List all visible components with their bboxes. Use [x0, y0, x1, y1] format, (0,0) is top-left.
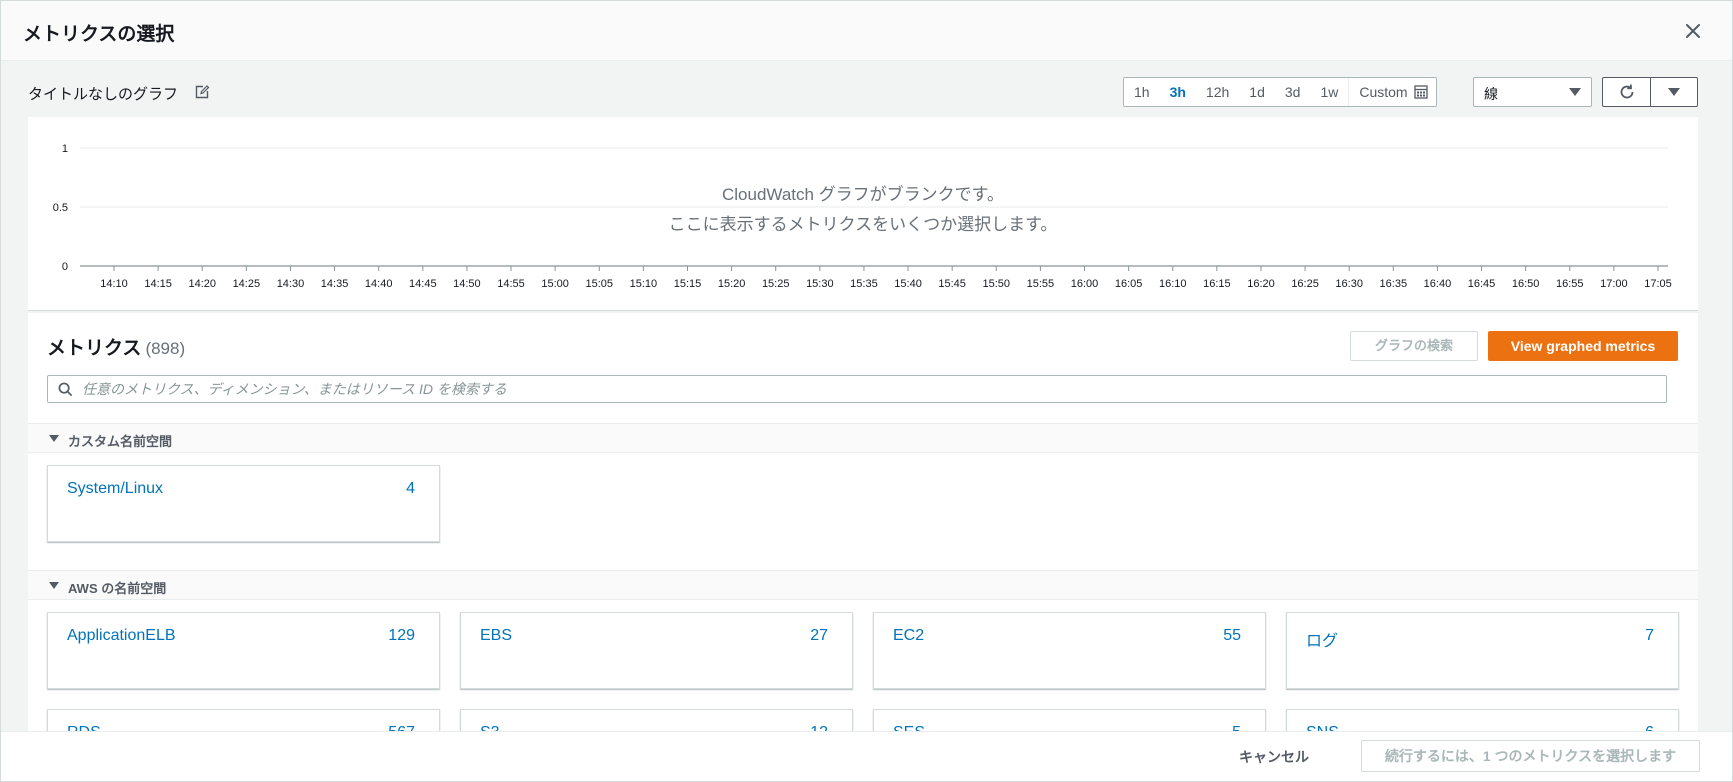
x-tick-label: 14:30: [277, 278, 305, 290]
x-tick-label: 15:25: [762, 278, 790, 290]
x-tick-label: 14:10: [100, 278, 128, 290]
x-tick-label: 16:25: [1291, 278, 1319, 290]
refresh-options-dropdown[interactable]: [1651, 78, 1697, 106]
x-tick-label: 16:55: [1556, 278, 1584, 290]
refresh-button[interactable]: [1603, 78, 1651, 106]
x-tick-label: 14:55: [497, 278, 525, 290]
chart-type-select[interactable]: 線: [1473, 77, 1592, 107]
refresh-icon: [1620, 84, 1633, 99]
namespace-name: ApplicationELB: [67, 627, 176, 644]
x-tick-label: 16:05: [1115, 278, 1143, 290]
x-tick-label: 15:10: [630, 278, 658, 290]
modal-title: メトリクスの選択: [23, 24, 175, 45]
aws-namespaces-label: AWS の名前空間: [68, 581, 167, 596]
x-tick-label: 16:20: [1247, 278, 1275, 290]
custom-namespaces-section-header[interactable]: カスタム名前空間: [28, 423, 1698, 453]
select-metrics-modal: メトリクスの選択 タイトルなしのグラフ 1h 3h 12h 1d 3d 1w Custom …: [0, 0, 1733, 782]
namespace-metric-count: 129: [388, 627, 415, 644]
time-range-1h[interactable]: 1h: [1124, 78, 1160, 106]
x-tick-label: 16:40: [1424, 278, 1452, 290]
x-tick-label: 14:40: [365, 278, 393, 290]
caret-down-icon: [49, 582, 59, 589]
x-tick-label: 15:00: [541, 278, 569, 290]
namespace-name: ログ: [1306, 633, 1339, 650]
caret-down-icon: [1569, 88, 1581, 96]
search-icon: [58, 382, 73, 397]
x-tick-label: 15:15: [674, 278, 702, 290]
x-tick-label: 15:45: [938, 278, 966, 290]
empty-graph-hint: ここに表示するメトリクスをいくつか選択します。: [668, 215, 1058, 234]
cancel-button[interactable]: キャンセル: [1239, 747, 1309, 767]
x-tick-label: 16:50: [1512, 278, 1540, 290]
modal-footer: キャンセル 続行するには、1 つのメトリクスを選択します: [1, 731, 1732, 781]
x-tick-label: 16:10: [1159, 278, 1187, 290]
x-tick-label: 15:40: [894, 278, 922, 290]
namespace-card[interactable]: EBS 27: [460, 612, 853, 689]
metrics-heading-label: メトリクス: [47, 338, 142, 359]
x-tick-label: 16:15: [1203, 278, 1231, 290]
metrics-heading: メトリクス (898): [47, 333, 185, 360]
y-tick-label: 0: [62, 261, 68, 273]
x-tick-label: 14:15: [144, 278, 172, 290]
continue-button[interactable]: 続行するには、1 つのメトリクスを選択します: [1361, 740, 1700, 772]
graph-title[interactable]: タイトルなしのグラフ: [28, 83, 178, 104]
namespace-metric-count: 27: [810, 627, 828, 644]
x-tick-label: 14:35: [321, 278, 349, 290]
namespace-card[interactable]: System/Linux 4: [47, 465, 440, 542]
namespace-metric-count: 7: [1645, 627, 1654, 644]
time-range-12h[interactable]: 12h: [1196, 78, 1239, 106]
refresh-button-group: [1602, 77, 1698, 107]
x-tick-label: 17:05: [1644, 278, 1672, 290]
time-range-custom[interactable]: Custom: [1348, 78, 1435, 106]
x-tick-label: 15:20: [718, 278, 746, 290]
modal-header: メトリクスの選択: [1, 1, 1732, 61]
x-tick-label: 15:50: [983, 278, 1011, 290]
x-tick-label: 16:45: [1468, 278, 1496, 290]
calendar-icon: [1413, 85, 1428, 99]
x-tick-label: 16:30: [1335, 278, 1363, 290]
caret-down-icon: [49, 435, 59, 442]
edit-icon[interactable]: [194, 84, 210, 100]
namespace-card[interactable]: EC2 55: [873, 612, 1266, 689]
metrics-panel: メトリクス(898) グラフの検索 View graphed metrics カ…: [28, 313, 1698, 781]
x-tick-label: 14:20: [188, 278, 216, 290]
x-tick-label: 14:45: [409, 278, 437, 290]
time-range-3d[interactable]: 3d: [1275, 78, 1311, 106]
namespace-name: EC2: [893, 627, 925, 644]
caret-down-icon: [1668, 88, 1680, 96]
time-range-1w[interactable]: 1w: [1310, 78, 1348, 106]
custom-label: Custom: [1359, 84, 1408, 100]
namespace-metric-count: 55: [1223, 627, 1241, 644]
graph-search-button[interactable]: グラフの検索: [1350, 331, 1478, 361]
metrics-search-input[interactable]: [82, 379, 1642, 399]
x-tick-label: 16:35: [1380, 278, 1408, 290]
metrics-count: (898): [145, 339, 186, 358]
time-range-3h[interactable]: 3h: [1160, 78, 1196, 106]
x-tick-label: 16:00: [1071, 278, 1099, 290]
time-range-1d[interactable]: 1d: [1239, 78, 1275, 106]
metrics-search-box: [47, 375, 1667, 403]
x-tick-label: 14:50: [453, 278, 481, 290]
namespace-metric-count: 4: [406, 480, 415, 497]
x-tick-label: 15:35: [850, 278, 878, 290]
time-range-selector: 1h 3h 12h 1d 3d 1w Custom: [1123, 77, 1437, 107]
namespace-card[interactable]: ApplicationELB 129: [47, 612, 440, 689]
graph-panel: 1 0.5 0 14:10 14:15 14:20 14:25 14:30 14:35 14:40…: [28, 117, 1698, 311]
aws-namespaces-section-header[interactable]: AWS の名前空間: [28, 570, 1698, 600]
x-tick-label: 14:25: [233, 278, 261, 290]
x-tick-label: 15:05: [585, 278, 613, 290]
x-tick-label: 15:30: [806, 278, 834, 290]
custom-namespaces-label: カスタム名前空間: [68, 434, 173, 449]
x-tick-label: 17:00: [1600, 278, 1628, 290]
y-tick-label: 1: [62, 143, 68, 155]
namespace-card[interactable]: ログ 7: [1286, 612, 1679, 689]
close-icon[interactable]: [1681, 19, 1705, 43]
empty-graph-message: CloudWatch グラフがブランクです。: [722, 185, 1004, 204]
namespace-name: System/Linux: [67, 480, 164, 497]
chart-type-value: 線: [1484, 86, 1498, 102]
namespace-name: EBS: [480, 627, 513, 644]
x-tick-label: 15:55: [1027, 278, 1055, 290]
view-graphed-metrics-button[interactable]: View graphed metrics: [1488, 331, 1678, 361]
